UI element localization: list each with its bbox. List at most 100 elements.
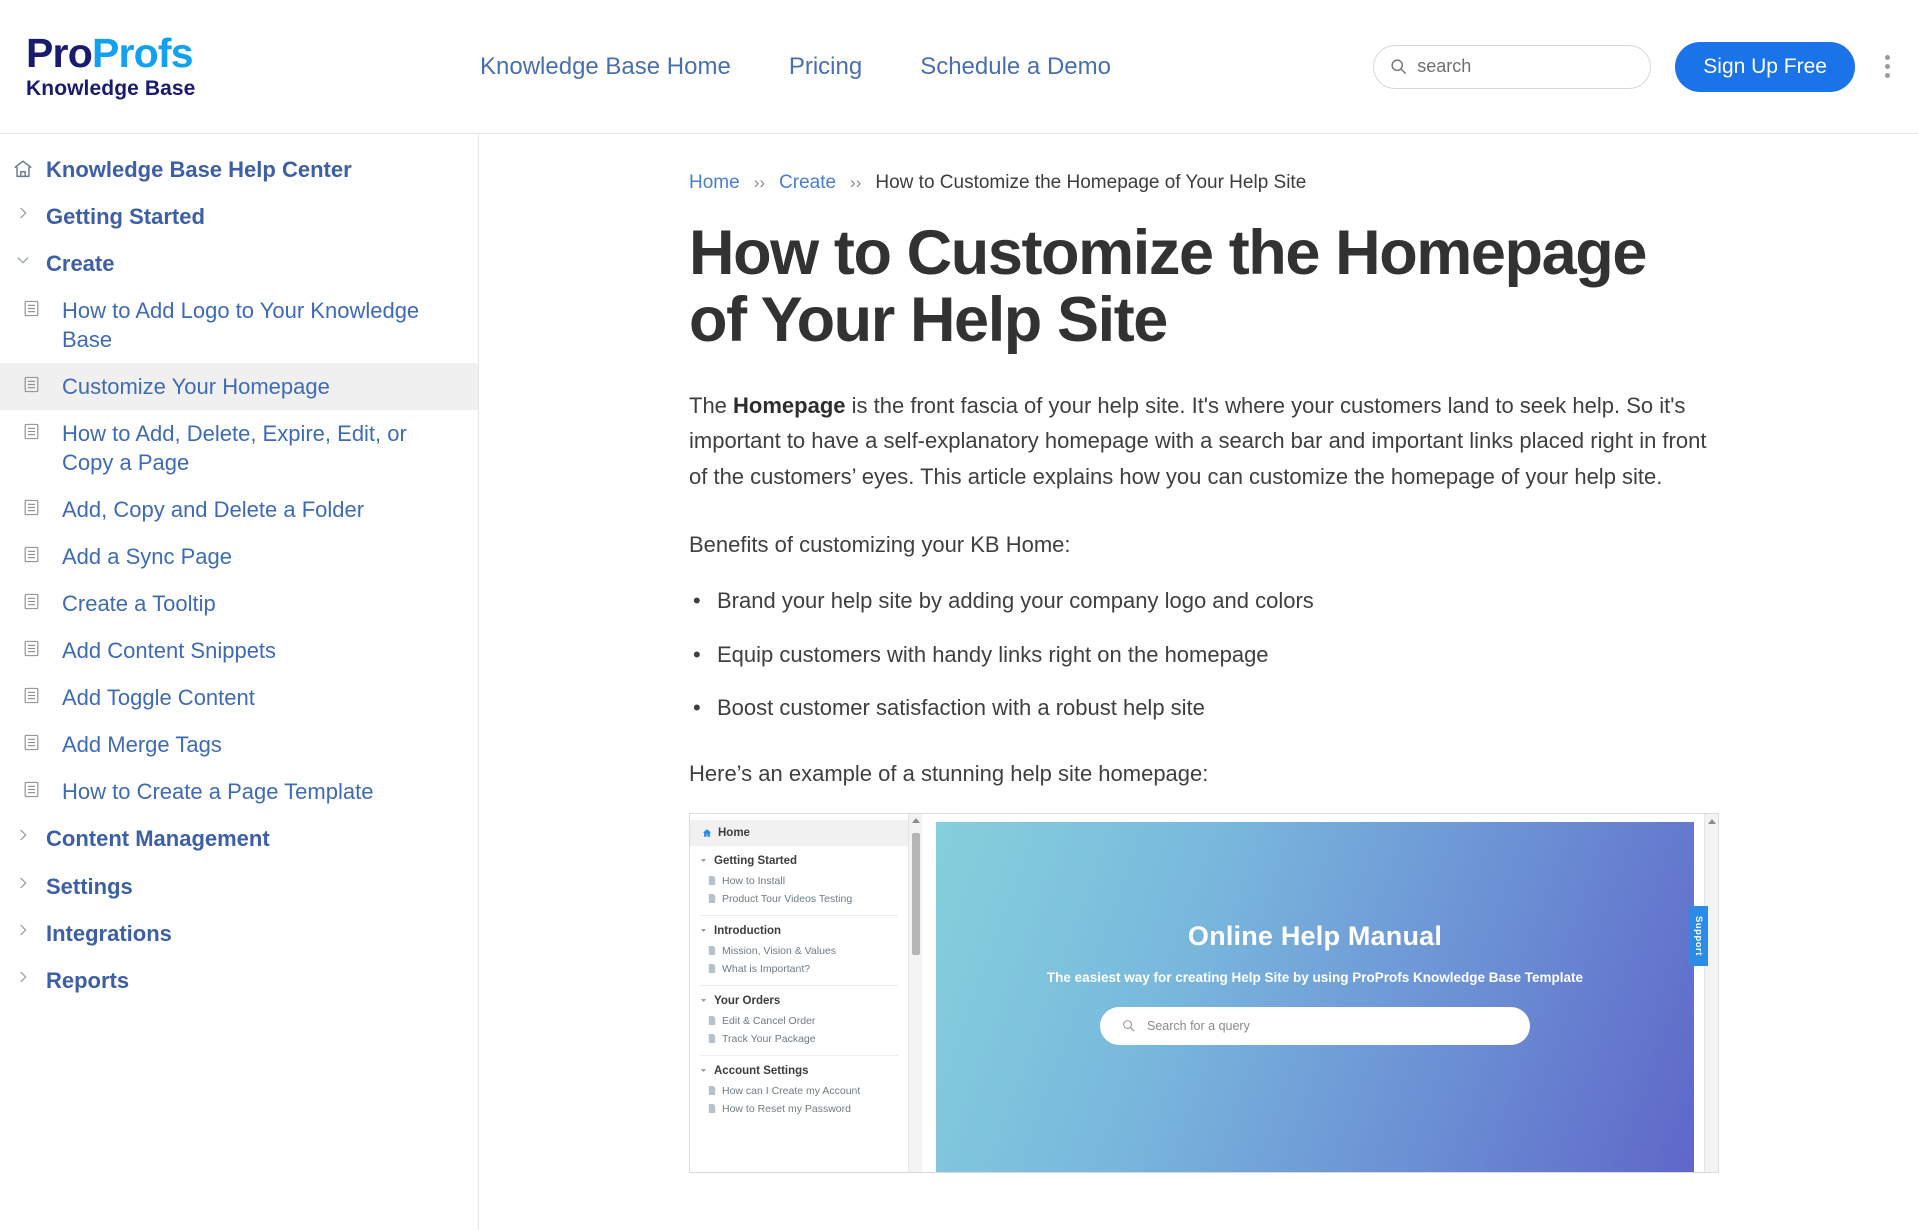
demo-home-item: Home	[690, 819, 908, 846]
chevron-right-icon	[0, 202, 46, 221]
demo-hero-banner: Online Help Manual The easiest way for c…	[936, 821, 1708, 1172]
demo-hero-search-bar[interactable]: Search for a query	[1100, 1006, 1530, 1045]
home-icon	[702, 829, 712, 837]
scroll-up-arrow-icon[interactable]	[1707, 818, 1716, 824]
sign-up-free-button[interactable]: Sign Up Free	[1675, 41, 1855, 92]
sidebar-home-label: Knowledge Base Help Center	[46, 157, 352, 182]
demo-page-label: Mission, Vision & Values	[722, 944, 836, 957]
header-search[interactable]	[1373, 44, 1652, 89]
caret-down-icon	[700, 999, 707, 1003]
main-navigation: Knowledge Base Home Pricing Schedule a D…	[480, 53, 1111, 81]
demo-sidebar: Home Getting Started How to Install Prod…	[690, 813, 908, 1172]
search-input[interactable]	[1417, 56, 1635, 77]
sidebar-item-content-management[interactable]: Content Management	[0, 815, 478, 862]
page-icon	[708, 1086, 716, 1096]
page-icon	[0, 683, 62, 705]
caret-down-icon	[700, 929, 707, 933]
page-icon	[708, 876, 716, 886]
sidebar-page-label: Add a Sync Page	[62, 544, 233, 570]
sidebar-item-getting-started[interactable]: Getting Started	[0, 193, 478, 240]
demo-hero-area: Online Help Manual The easiest way for c…	[922, 813, 1708, 1172]
demo-group-title: Your Orders	[690, 986, 908, 1012]
demo-page-label: Track Your Package	[722, 1032, 816, 1045]
kebab-dot	[1885, 73, 1890, 78]
sidebar-page-label: How to Add Logo to Your Knowledge Base	[62, 298, 420, 353]
breadcrumb: Home ›› Create ›› How to Customize the H…	[689, 172, 1918, 194]
sidebar-page-label: Add Merge Tags	[62, 732, 222, 758]
chevron-right-icon	[0, 919, 46, 938]
demo-sidebar-scrollbar[interactable]	[908, 813, 922, 1172]
chevron-right-icon	[0, 824, 46, 843]
list-item: Equip customers with handy links right o…	[689, 637, 1918, 672]
page-icon	[0, 777, 62, 799]
caret-down-icon	[700, 1069, 707, 1073]
demo-group-title: Getting Started	[690, 846, 908, 872]
sidebar-group-label: Getting Started	[46, 204, 205, 230]
brand-logo[interactable]: ProProfs Knowledge Base	[0, 32, 400, 101]
intro-text-pre: The	[689, 392, 734, 418]
page-icon	[708, 1034, 716, 1044]
demo-page-item: What is Important?	[690, 960, 908, 978]
page-icon	[708, 964, 716, 974]
page-icon	[0, 419, 62, 441]
sidebar-item-add-delete-expire-edit-copy-page[interactable]: How to Add, Delete, Expire, Edit, or Cop…	[0, 410, 478, 486]
sidebar-item-add-merge-tags[interactable]: Add Merge Tags	[0, 721, 478, 768]
page-body: Knowledge Base Help Center Getting Start…	[0, 134, 1918, 1230]
breadcrumb-create[interactable]: Create	[779, 172, 836, 194]
demo-page-label: Edit & Cancel Order	[722, 1014, 816, 1027]
sidebar-item-settings[interactable]: Settings	[0, 863, 478, 910]
sidebar-item-help-center-home[interactable]: Knowledge Base Help Center	[0, 146, 478, 193]
sidebar-item-integrations[interactable]: Integrations	[0, 910, 478, 957]
page-icon	[0, 296, 62, 318]
demo-group-label: Introduction	[714, 924, 782, 937]
kebab-dot	[1885, 55, 1890, 60]
list-item: Boost customer satisfaction with a robus…	[689, 690, 1918, 725]
demo-home-label: Home	[718, 826, 750, 839]
page-icon	[0, 636, 62, 658]
sidebar-page-label: Add Content Snippets	[62, 638, 277, 664]
demo-page-item: Track Your Package	[690, 1030, 908, 1048]
sidebar-item-create-page-template[interactable]: How to Create a Page Template	[0, 768, 478, 815]
page-icon	[0, 542, 62, 564]
search-icon	[1391, 59, 1407, 75]
sidebar-item-add-copy-delete-folder[interactable]: Add, Copy and Delete a Folder	[0, 486, 478, 533]
caret-down-icon	[700, 859, 707, 863]
sidebar-navigation: Knowledge Base Help Center Getting Start…	[0, 134, 479, 1230]
support-tab-button[interactable]: Support	[1689, 905, 1708, 966]
sidebar-item-create[interactable]: Create	[0, 240, 478, 287]
page-icon	[708, 946, 716, 956]
example-caption: Here’s an example of a stunning help sit…	[689, 760, 1209, 786]
sidebar-item-add-logo[interactable]: How to Add Logo to Your Knowledge Base	[0, 287, 478, 363]
demo-page-scrollbar[interactable]	[1704, 813, 1718, 1172]
sidebar-item-create-a-tooltip[interactable]: Create a Tooltip	[0, 580, 478, 627]
kebab-dot	[1885, 64, 1890, 69]
chevron-right-icon	[0, 966, 46, 985]
search-icon	[1123, 1020, 1135, 1032]
demo-group-title: Introduction	[690, 916, 908, 942]
sidebar-item-add-toggle-content[interactable]: Add Toggle Content	[0, 674, 478, 721]
nav-item-knowledge-base-home[interactable]: Knowledge Base Home	[480, 53, 731, 81]
page-icon	[0, 730, 62, 752]
logo-wordmark: ProProfs	[26, 32, 194, 74]
demo-page-label: How to Install	[722, 874, 786, 887]
demo-page-label: What is Important?	[722, 962, 811, 975]
sidebar-item-customize-your-homepage[interactable]: Customize Your Homepage	[0, 363, 478, 411]
sidebar-page-label: Create a Tooltip	[62, 591, 216, 617]
breadcrumb-home[interactable]: Home	[689, 172, 740, 194]
sidebar-group-label: Settings	[46, 873, 133, 899]
sidebar-item-add-sync-page[interactable]: Add a Sync Page	[0, 533, 478, 580]
sidebar-page-label: Customize Your Homepage	[62, 374, 330, 400]
nav-item-schedule-a-demo[interactable]: Schedule a Demo	[920, 53, 1111, 81]
sidebar-item-reports[interactable]: Reports	[0, 957, 478, 1004]
page-icon	[0, 495, 62, 517]
nav-item-pricing[interactable]: Pricing	[789, 53, 862, 81]
scroll-up-arrow-icon[interactable]	[911, 817, 920, 823]
kebab-menu-icon[interactable]	[1879, 47, 1896, 86]
sidebar-item-add-content-snippets[interactable]: Add Content Snippets	[0, 627, 478, 674]
page-icon	[0, 589, 62, 611]
sidebar-group-label: Create	[46, 251, 115, 277]
demo-page-item: How can I Create my Account	[690, 1082, 908, 1100]
scrollbar-thumb[interactable]	[911, 832, 920, 955]
article-content: Home ›› Create ›› How to Customize the H…	[479, 134, 1918, 1230]
header-actions: Sign Up Free	[1373, 41, 1918, 92]
